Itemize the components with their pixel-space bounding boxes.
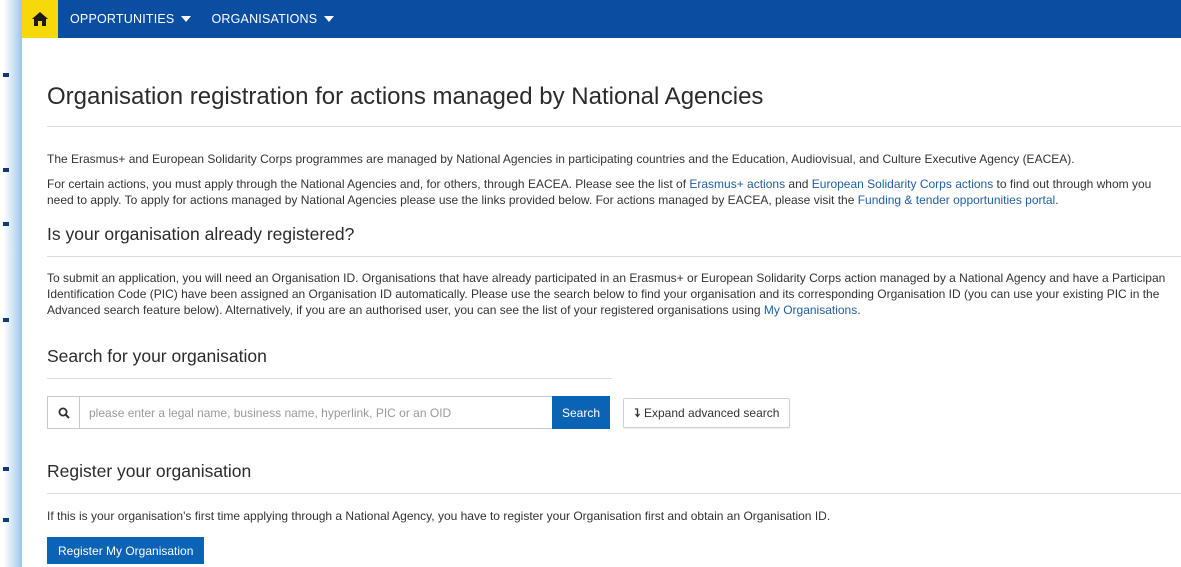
caret-down-icon [324,16,335,22]
nav-organisations-menu[interactable]: ORGANISATIONS [211,12,335,26]
search-button[interactable]: Search [552,396,610,429]
advanced-search-label: Expand advanced search [644,405,780,420]
divider [47,126,1181,127]
home-button[interactable] [22,0,58,38]
register-heading: Register your organisation [47,461,252,481]
nav-item-label: OPPORTUNITIES [70,12,175,26]
register-text: If this is your organisation's first tim… [47,509,831,523]
text-segment: . [857,303,861,317]
main-content: Organisation registration for actions ma… [47,38,1181,564]
nav-opportunities-menu[interactable]: OPPORTUNITIES [70,12,192,26]
decorative-mark [3,73,9,77]
home-icon [32,12,48,26]
register-button-wrapper: Register My Organisation [47,537,1181,564]
divider [47,256,1181,257]
esc-actions-link[interactable]: European Solidarity Corps actions [812,177,993,191]
left-decorative-strip [0,0,22,567]
search-icon-cell [48,397,80,428]
search-heading: Search for your organisation [47,346,267,366]
actions-paragraph: For certain actions, you must apply thro… [47,176,1181,208]
text-segment: . [1055,193,1059,207]
nav-item-label: ORGANISATIONS [211,12,318,26]
decorative-mark [3,467,9,471]
my-organisations-link[interactable]: My Organisations [764,303,857,317]
decorative-mark [3,168,9,172]
page-title: Organisation registration for actions ma… [47,83,764,110]
funding-portal-link[interactable]: Funding & tender opportunities portal [858,193,1055,207]
decorative-mark [3,518,9,522]
registered-heading: Is your organisation already registered? [47,224,355,244]
search-input[interactable] [80,397,552,428]
registered-paragraph: To submit an application, you will need … [47,270,1181,318]
arrow-down-icon [634,407,641,418]
divider [47,493,1181,494]
decorative-mark [3,318,9,322]
decorative-mark [3,222,9,226]
text-segment: and [785,177,812,191]
search-box: Search [47,396,610,429]
expand-advanced-search-button[interactable]: Expand advanced search [623,397,791,428]
search-icon [58,407,70,419]
search-row: Search Expand advanced search [47,396,1181,429]
register-my-organisation-button[interactable]: Register My Organisation [47,537,205,564]
divider [47,378,612,379]
text-segment: For certain actions, you must apply thro… [47,177,690,191]
intro-text: The Erasmus+ and European Solidarity Cor… [47,152,1075,166]
top-navigation-bar: OPPORTUNITIES ORGANISATIONS [22,0,1181,38]
erasmus-actions-link[interactable]: Erasmus+ actions [689,177,785,191]
caret-down-icon [181,16,192,22]
text-segment: To submit an application, you will need … [47,271,1166,317]
